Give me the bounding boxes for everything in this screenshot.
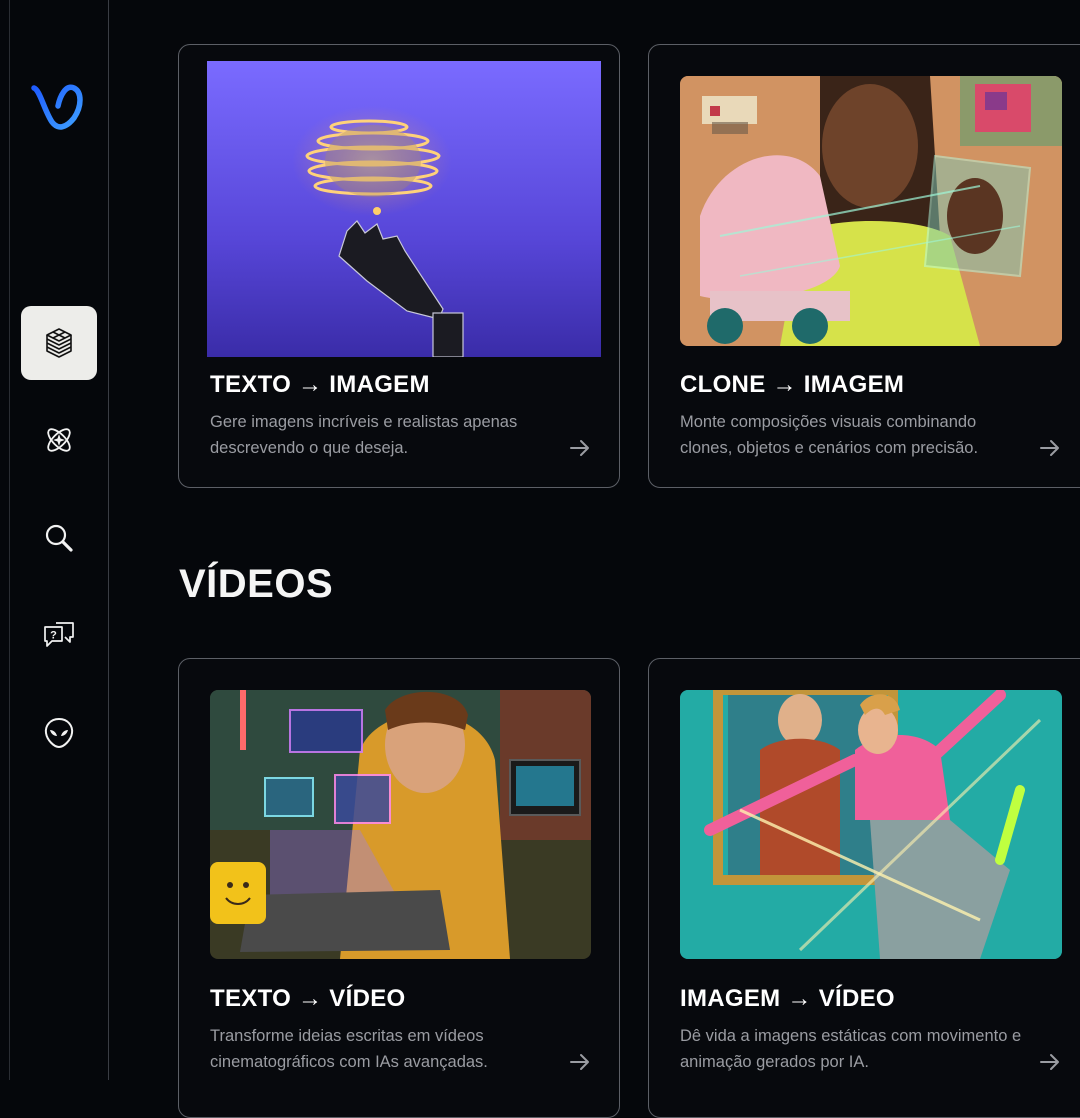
robot-hand-brain-image bbox=[207, 61, 601, 357]
search-icon bbox=[45, 524, 73, 552]
arrow-right-icon bbox=[1040, 440, 1059, 456]
brand-logo[interactable] bbox=[30, 80, 86, 136]
dancing-frame-image bbox=[680, 690, 1062, 959]
card-title: CLONE → IMAGEM bbox=[680, 371, 905, 398]
nav-item-alien[interactable] bbox=[21, 696, 97, 770]
typewriter-hologram-image bbox=[210, 690, 591, 959]
roller-skate-portrait-image bbox=[680, 76, 1062, 346]
logo-icon bbox=[31, 84, 83, 130]
layers-cube-icon bbox=[46, 328, 72, 358]
alien-icon bbox=[44, 717, 74, 749]
nav-item-layers[interactable] bbox=[21, 306, 97, 380]
chat-question-icon: ? bbox=[44, 622, 74, 647]
card-title: TEXTO → IMAGEM bbox=[210, 371, 430, 398]
section-title-videos: VÍDEOS bbox=[179, 562, 334, 606]
card-description: Gere imagens incríveis e realistas apena… bbox=[210, 413, 518, 457]
card-description: Dê vida a imagens estáticas com moviment… bbox=[680, 1027, 1022, 1071]
svg-text:?: ? bbox=[50, 630, 57, 642]
nav-item-atom[interactable] bbox=[21, 403, 97, 477]
card-clone-to-image[interactable]: CLONE → IMAGEM Monte composições visuais… bbox=[648, 44, 1080, 488]
card-text-to-image[interactable]: TEXTO → IMAGEM Gere imagens incríveis e … bbox=[178, 44, 620, 488]
card-description: Transforme ideias escritas em vídeos cin… bbox=[210, 1027, 488, 1071]
card-thumbnail bbox=[207, 61, 601, 357]
nav-item-chat[interactable]: ? bbox=[21, 598, 97, 672]
card-description: Monte composições visuais combinando clo… bbox=[680, 413, 979, 457]
card-title: IMAGEM → VÍDEO bbox=[680, 985, 895, 1012]
card-text-to-video[interactable]: TEXTO → VÍDEO Transforme ideias escritas… bbox=[178, 658, 620, 1118]
sidebar: ? bbox=[10, 0, 109, 1080]
card-thumbnail bbox=[680, 690, 1062, 959]
card-thumbnail bbox=[680, 76, 1062, 346]
atom-sparkle-icon bbox=[47, 428, 71, 452]
arrow-right-icon bbox=[570, 1054, 589, 1070]
arrow-right-icon bbox=[1040, 1054, 1059, 1070]
card-image-to-video[interactable]: IMAGEM → VÍDEO Dê vida a imagens estátic… bbox=[648, 658, 1080, 1118]
nav-item-search[interactable] bbox=[21, 501, 97, 575]
card-thumbnail bbox=[210, 690, 591, 959]
card-title: TEXTO → VÍDEO bbox=[210, 985, 406, 1012]
arrow-right-icon bbox=[570, 440, 589, 456]
